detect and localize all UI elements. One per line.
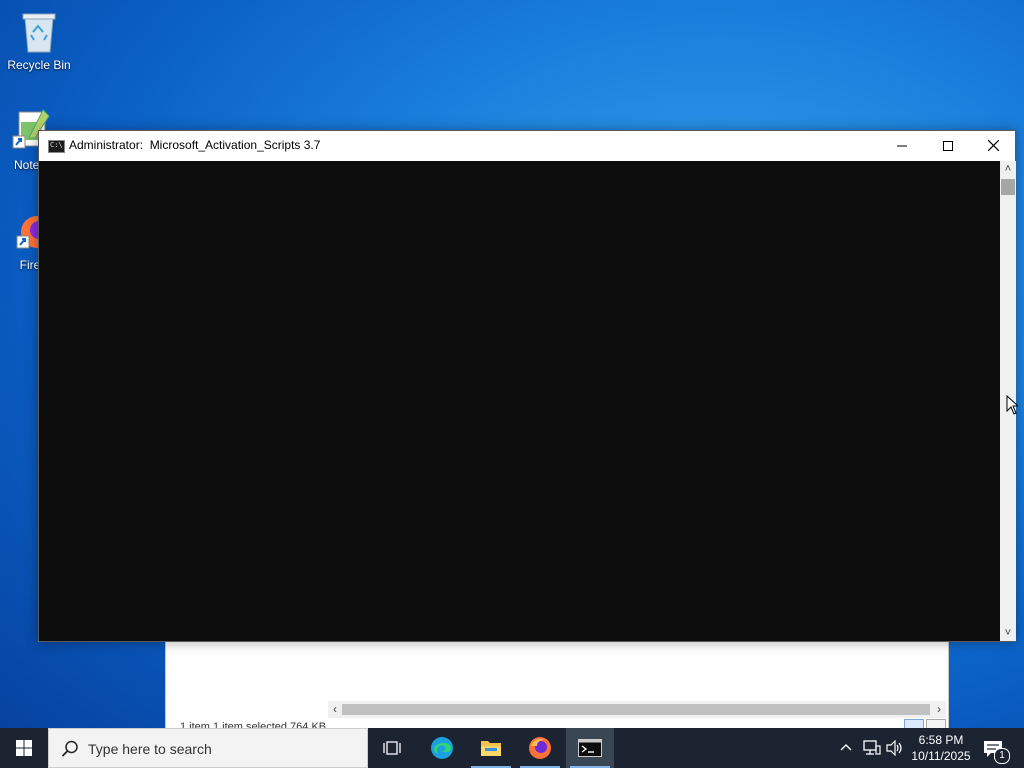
chevron-up-icon xyxy=(840,744,852,751)
recycle-bin-label: Recycle Bin xyxy=(7,58,71,72)
search-icon xyxy=(61,740,78,757)
maximize-icon xyxy=(943,140,953,151)
windows-logo-icon xyxy=(16,740,32,756)
taskbar-search-box[interactable]: Type here to search xyxy=(48,728,368,768)
network-button[interactable] xyxy=(860,728,882,768)
scroll-right-icon[interactable]: › xyxy=(932,701,946,718)
close-button[interactable] xyxy=(970,131,1016,161)
volume-button[interactable] xyxy=(884,728,906,768)
scrollbar-thumb[interactable] xyxy=(1001,179,1015,195)
scroll-up-icon[interactable]: ˄ xyxy=(1000,161,1016,177)
network-icon xyxy=(863,740,881,755)
minimize-icon xyxy=(897,145,907,147)
scroll-left-icon[interactable]: ‹ xyxy=(328,701,342,718)
taskbar-clock[interactable]: 6:58 PM 10/11/2025 xyxy=(906,732,976,764)
task-view-icon xyxy=(383,741,401,755)
task-view-button[interactable] xyxy=(368,728,416,768)
speaker-icon xyxy=(886,740,902,756)
scroll-down-icon[interactable]: ˅ xyxy=(1000,625,1016,641)
window-title: Administrator: Microsoft_Activation_Scri… xyxy=(69,138,321,152)
show-hidden-icons-button[interactable] xyxy=(836,728,856,768)
taskbar-command-prompt[interactable] xyxy=(566,728,614,768)
edge-icon xyxy=(431,737,453,759)
firefox-icon xyxy=(529,737,551,759)
console-titlebar[interactable]: C:\ Administrator: Microsoft_Activation_… xyxy=(39,131,1015,161)
taskbar: Type here to search 6:58 PM 10/11/2025 1 xyxy=(0,728,1024,768)
console-window: C:\ Administrator: Microsoft_Activation_… xyxy=(38,130,1016,642)
maximize-button[interactable] xyxy=(925,131,971,161)
taskbar-file-explorer[interactable] xyxy=(467,728,515,768)
start-button[interactable] xyxy=(0,728,48,768)
folder-icon xyxy=(481,741,501,756)
clock-time: 6:58 PM xyxy=(918,733,964,747)
close-icon xyxy=(987,139,999,152)
taskbar-edge[interactable] xyxy=(418,728,466,768)
command-prompt-icon: C:\ xyxy=(48,140,65,153)
console-output-area[interactable] xyxy=(39,161,1000,641)
horizontal-scrollbar[interactable]: ‹ › xyxy=(328,701,946,718)
scrollbar-thumb[interactable] xyxy=(342,704,930,715)
taskbar-firefox[interactable] xyxy=(516,728,564,768)
clock-date: 10/11/2025 xyxy=(911,749,971,763)
desktop-icon-recycle-bin[interactable]: Recycle Bin xyxy=(1,8,77,72)
action-center-button[interactable]: 1 xyxy=(980,728,1020,768)
command-prompt-icon xyxy=(578,739,602,757)
mouse-cursor-icon xyxy=(1006,395,1018,415)
notification-badge: 1 xyxy=(994,748,1010,764)
recycle-bin-icon xyxy=(22,13,56,53)
minimize-button[interactable] xyxy=(879,131,925,161)
search-placeholder: Type here to search xyxy=(88,741,212,757)
